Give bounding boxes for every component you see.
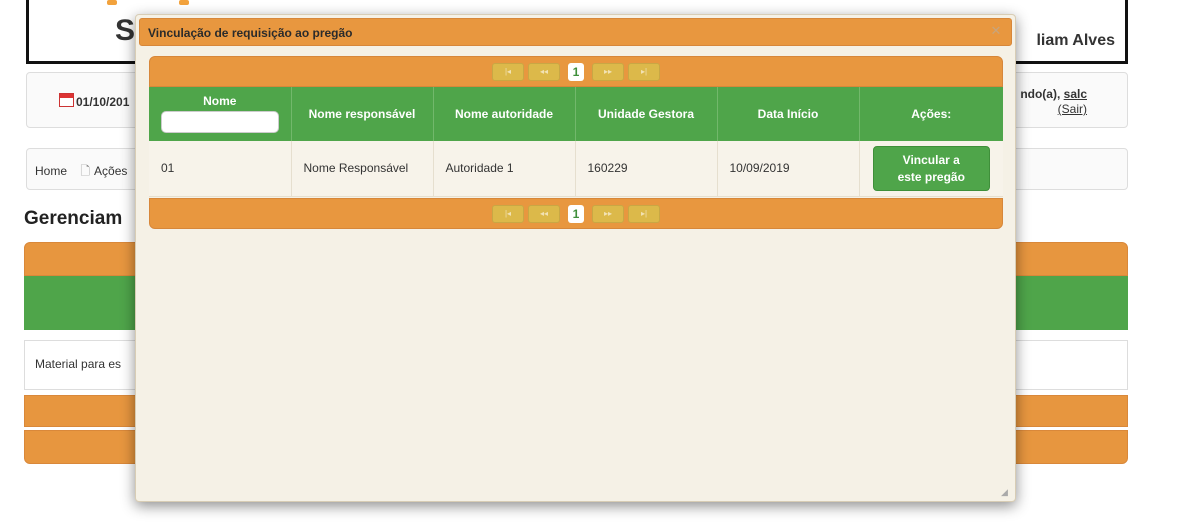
first-page-button[interactable]: |◂ [492,205,524,223]
results-table: Nome Nome responsável Nome autoridade Un… [149,87,1003,197]
column-label: Nome [203,94,237,108]
column-nome[interactable]: Nome [149,87,292,141]
next-page-button[interactable]: ▸▸ [592,63,624,81]
cell-data-inicio: 10/09/2019 [717,141,860,197]
button-label-line1: Vincular a [902,152,960,167]
current-page[interactable]: 1 [568,205,584,223]
last-page-button[interactable]: ▸| [628,205,660,223]
link-requisition-dialog: Vinculação de requisição ao pregão ✕ |◂ ◂… [135,14,1016,502]
name-filter-input[interactable] [160,111,279,133]
cell-responsavel: Nome Responsável [291,141,434,197]
table-row: 01 Nome Responsável Autoridade 1 160229 … [149,141,1003,197]
button-label-line2: este pregão [897,169,965,184]
prev-page-button[interactable]: ◂◂ [528,63,560,81]
column-nome-autoridade[interactable]: Nome autoridade [433,87,576,141]
link-to-auction-button[interactable]: Vincular a este pregão [872,145,990,191]
dialog-titlebar[interactable]: Vinculação de requisição ao pregão ✕ [139,18,1012,46]
cell-unidade: 160229 [575,141,718,197]
cell-nome: 01 [149,141,292,197]
current-page[interactable]: 1 [568,63,584,81]
close-icon[interactable]: ✕ [989,24,1003,38]
column-acoes: Ações: [859,87,1003,141]
prev-page-button[interactable]: ◂◂ [528,205,560,223]
table-header-row: Nome Nome responsável Nome autoridade Un… [149,87,1003,141]
first-page-button[interactable]: |◂ [492,63,524,81]
paginator-bottom: |◂ ◂◂ 1 ▸▸ ▸| [149,198,1003,229]
column-unidade-gestora[interactable]: Unidade Gestora [575,87,718,141]
next-page-button[interactable]: ▸▸ [592,205,624,223]
resize-handle-icon[interactable]: ◢ [1001,487,1011,497]
column-nome-responsavel[interactable]: Nome responsável [291,87,434,141]
column-data-inicio[interactable]: Data Início [717,87,860,141]
dialog-title: Vinculação de requisição ao pregão [148,26,353,40]
paginator-top: |◂ ◂◂ 1 ▸▸ ▸| [149,56,1003,87]
cell-acoes: Vincular a este pregão [859,141,1003,197]
last-page-button[interactable]: ▸| [628,63,660,81]
cell-autoridade: Autoridade 1 [433,141,576,197]
